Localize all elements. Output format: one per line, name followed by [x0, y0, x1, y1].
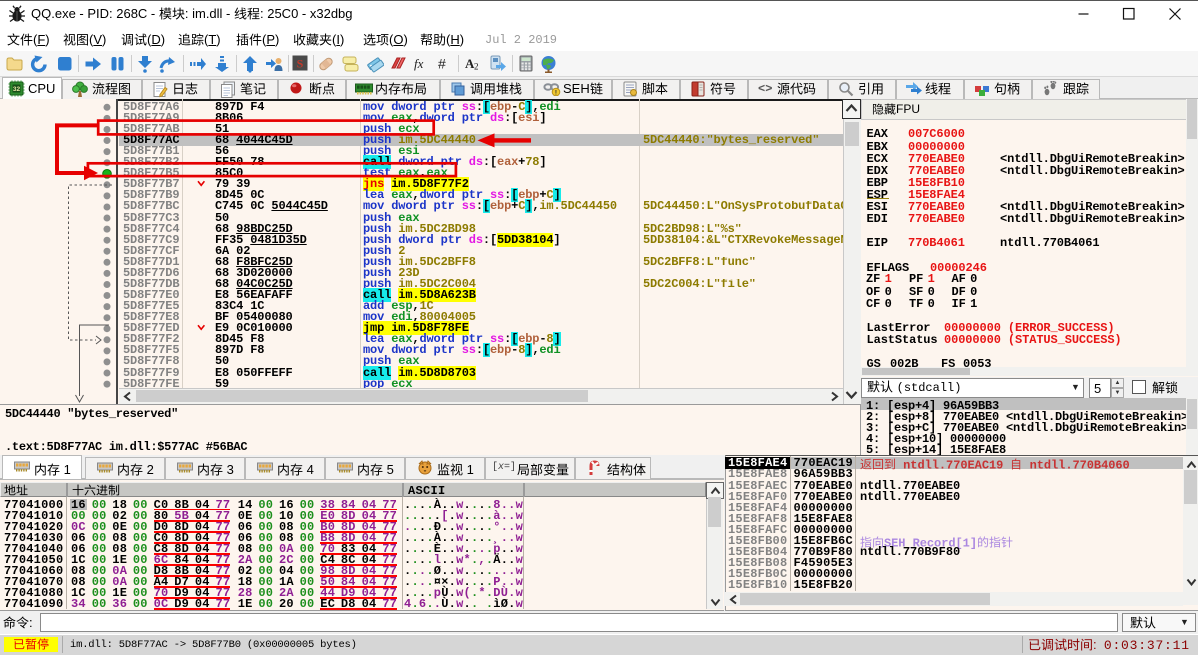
- svg-text:fx: fx: [414, 56, 424, 71]
- svg-text:32: 32: [13, 86, 21, 93]
- svg-text:S: S: [297, 57, 304, 71]
- svg-text:!: !: [555, 90, 557, 96]
- svg-text:<>: <>: [758, 82, 772, 95]
- svg-text:2: 2: [474, 62, 479, 72]
- svg-text:#: #: [438, 56, 446, 72]
